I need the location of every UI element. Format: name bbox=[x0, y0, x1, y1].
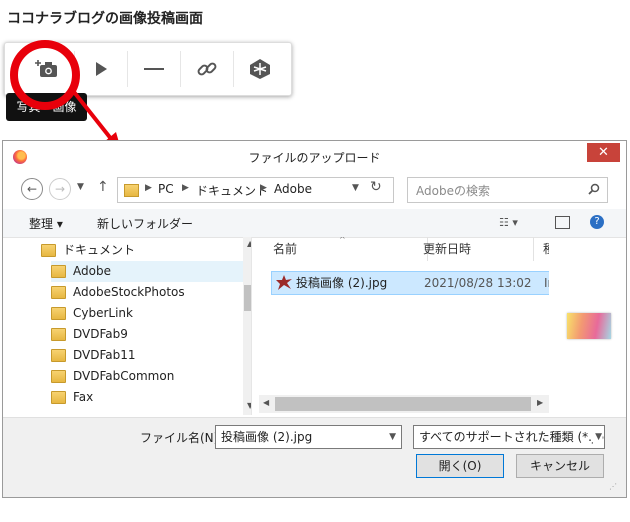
folder-icon bbox=[51, 286, 66, 299]
tree-item-adobestockphotos[interactable]: AdobeStockPhotos bbox=[51, 282, 251, 303]
filename-input[interactable]: 投稿画像 (2).jpg ▼ bbox=[215, 425, 402, 449]
cancel-button[interactable]: キャンセル bbox=[516, 454, 604, 478]
file-upload-dialog: ファイルのアップロード ✕ ← → ▼ ↑ ▶ PC ▶ ドキュメント ▶ Ad… bbox=[2, 140, 627, 498]
search-placeholder: Adobeの検索 bbox=[416, 184, 490, 198]
link-icon bbox=[197, 62, 217, 76]
tree-item-adobe[interactable]: Adobe bbox=[51, 261, 251, 282]
dialog-bottom-area: ファイル名(N): 投稿画像 (2).jpg ▼ すべてのサポートされた種類 (… bbox=[3, 417, 626, 497]
tree-item-dvdfab9[interactable]: DVDFab9 bbox=[51, 324, 251, 345]
tree-item-dvdfab11[interactable]: DVDFab11 bbox=[51, 345, 251, 366]
arrow-left-icon: ← bbox=[26, 182, 38, 196]
arrow-up-icon: ↑ bbox=[97, 179, 109, 195]
tree-item-fax[interactable]: Fax bbox=[51, 387, 251, 408]
help-icon: ? bbox=[594, 216, 600, 227]
highlight-circle bbox=[10, 40, 80, 110]
chevron-right-icon: ▶ bbox=[260, 183, 267, 193]
navigation-row: ← → ▼ ↑ ▶ PC ▶ ドキュメント ▶ Adobe ▼ ↻ Adobeの… bbox=[3, 174, 626, 204]
preview-pane-button[interactable] bbox=[555, 216, 570, 229]
navigation-scrollbar[interactable]: ▲ ▼ bbox=[243, 237, 251, 415]
breadcrumb-documents[interactable]: ドキュメント bbox=[196, 182, 268, 199]
toolbar-separator bbox=[233, 51, 234, 87]
scroll-up-icon[interactable]: ▲ bbox=[247, 239, 251, 248]
tree-item-documents[interactable]: ドキュメント bbox=[41, 240, 251, 261]
file-row-selected[interactable]: 投稿画像 (2).jpg 2021/08/28 13:02 Ir bbox=[271, 271, 549, 295]
chevron-down-icon: ▼ bbox=[77, 182, 84, 192]
scroll-left-icon[interactable]: ◀ bbox=[263, 398, 269, 407]
filename-label: ファイル名(N): bbox=[140, 431, 223, 445]
chevron-right-icon: ▶ bbox=[145, 183, 152, 193]
folder-icon bbox=[51, 265, 66, 278]
column-header-modified[interactable]: 更新日時 bbox=[419, 237, 534, 261]
toolbar-separator bbox=[180, 51, 181, 87]
chevron-right-icon: ▶ bbox=[182, 183, 189, 193]
column-header-type[interactable]: 種 bbox=[539, 237, 549, 261]
chevron-down-icon[interactable]: ▼ bbox=[389, 426, 396, 448]
scroll-right-icon[interactable]: ▶ bbox=[537, 398, 543, 407]
resize-grip-icon[interactable]: ⋰ bbox=[609, 482, 617, 491]
up-button[interactable]: ↑ bbox=[97, 179, 109, 195]
embed-button[interactable] bbox=[240, 49, 280, 89]
image-file-icon bbox=[276, 275, 292, 290]
horizontal-rule-icon bbox=[144, 68, 164, 70]
folder-icon bbox=[51, 328, 66, 341]
search-box[interactable]: Adobeの検索 bbox=[407, 177, 608, 203]
address-bar[interactable]: ▶ PC ▶ ドキュメント ▶ Adobe ▼ ↻ bbox=[117, 177, 394, 203]
documents-folder-icon bbox=[41, 244, 56, 257]
page-title: ココナラブログの画像投稿画面 bbox=[7, 11, 203, 27]
open-button[interactable]: 開く(O) bbox=[416, 454, 504, 478]
scroll-thumb[interactable] bbox=[244, 285, 251, 311]
toolbar-separator bbox=[127, 51, 128, 87]
dialog-title-bar: ファイルのアップロード ✕ bbox=[3, 141, 626, 171]
recent-locations-button[interactable]: ▼ bbox=[77, 182, 84, 192]
file-list-pane: 名前 ^ 更新日時 種 投稿画像 (2).jpg 2021/08/28 13:0… bbox=[259, 237, 549, 415]
refresh-icon[interactable]: ↻ bbox=[370, 179, 382, 195]
image-preview-thumbnail bbox=[567, 313, 611, 339]
video-button[interactable] bbox=[81, 49, 121, 89]
organize-button[interactable]: 整理 ▾ bbox=[29, 215, 63, 232]
command-bar: 整理 ▾ 新しいフォルダー ☷ ▾ ? bbox=[3, 209, 626, 238]
breadcrumb-adobe[interactable]: Adobe bbox=[274, 182, 312, 196]
folder-icon bbox=[51, 349, 66, 362]
divider-button[interactable] bbox=[134, 49, 174, 89]
arrow-right-icon: → bbox=[54, 182, 66, 196]
link-button[interactable] bbox=[187, 49, 227, 89]
file-modified: 2021/08/28 13:02 bbox=[424, 276, 532, 290]
new-folder-button[interactable]: 新しいフォルダー bbox=[97, 215, 193, 232]
folder-icon bbox=[124, 184, 139, 197]
navigation-pane: ドキュメント Adobe AdobeStockPhotos CyberLink … bbox=[11, 237, 252, 415]
embed-icon bbox=[250, 59, 270, 79]
file-type: Ir bbox=[544, 276, 549, 290]
list-view-icon: ☷ ▾ bbox=[499, 216, 518, 229]
chevron-down-icon[interactable]: ▼ bbox=[593, 426, 602, 448]
back-button[interactable]: ← bbox=[21, 178, 43, 200]
folder-icon bbox=[51, 391, 66, 404]
sort-up-icon: ^ bbox=[339, 237, 346, 244]
scroll-thumb[interactable] bbox=[275, 397, 531, 411]
help-button[interactable]: ? bbox=[590, 215, 604, 229]
folder-icon bbox=[51, 307, 66, 320]
scroll-down-icon[interactable]: ▼ bbox=[247, 401, 251, 410]
view-options-button[interactable]: ☷ ▾ bbox=[499, 216, 518, 229]
close-icon: ✕ bbox=[598, 145, 609, 160]
tree-item-dvdfabcommon[interactable]: DVDFabCommon bbox=[51, 366, 251, 387]
folder-icon bbox=[51, 370, 66, 383]
horizontal-scrollbar[interactable]: ◀ ▶ bbox=[259, 395, 549, 413]
breadcrumb-pc[interactable]: PC bbox=[158, 182, 174, 196]
file-type-filter[interactable]: すべてのサポートされた種類 (*.jpe ▼ bbox=[413, 425, 605, 449]
file-name: 投稿画像 (2).jpg bbox=[296, 276, 388, 290]
forward-button[interactable]: → bbox=[49, 178, 71, 200]
close-button[interactable]: ✕ bbox=[587, 143, 620, 162]
dialog-title: ファイルのアップロード bbox=[248, 151, 381, 165]
search-icon bbox=[588, 183, 600, 195]
tree-item-cyberlink[interactable]: CyberLink bbox=[51, 303, 251, 324]
chevron-down-icon[interactable]: ▼ bbox=[352, 183, 359, 193]
play-icon bbox=[96, 62, 107, 76]
